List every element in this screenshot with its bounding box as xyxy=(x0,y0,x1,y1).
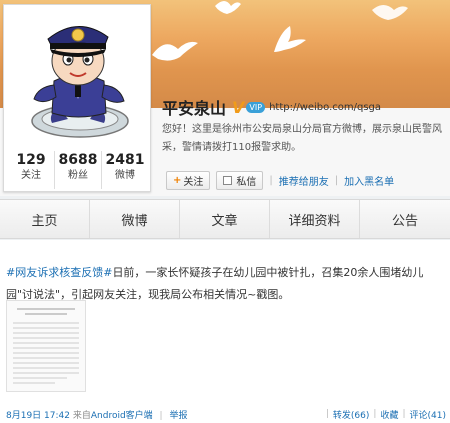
post-date[interactable]: 8月19日 17:42 xyxy=(6,411,70,421)
divider: | xyxy=(159,410,163,421)
profile-tabs: 主页 微博 文章 详细资料 公告 xyxy=(0,199,450,239)
profile-url[interactable]: http://weibo.com/qsga xyxy=(269,102,381,113)
message-label: 私信 xyxy=(236,176,257,188)
divider: | xyxy=(269,174,273,186)
message-checkbox-icon xyxy=(223,175,233,185)
stat-following[interactable]: 129 关注 xyxy=(8,151,55,189)
blacklist-link[interactable]: 加入黑名单 xyxy=(344,173,394,188)
bird-4-icon xyxy=(372,5,408,20)
divider: | xyxy=(402,409,406,419)
divider: | xyxy=(373,409,377,419)
stat-followers-label: 粉丝 xyxy=(68,170,88,181)
follow-label: 关注 xyxy=(183,176,204,188)
verified-icon[interactable]: V xyxy=(232,98,244,117)
stat-following-label: 关注 xyxy=(21,170,41,181)
profile-name: 平安泉山 xyxy=(162,99,227,118)
tab-articles[interactable]: 文章 xyxy=(180,200,270,238)
follow-button[interactable]: + 关注 xyxy=(166,170,211,190)
post-footer: 8月19日 17:42 来自Android客户端 | 举报 | 转发(66) |… xyxy=(0,405,450,423)
divider: | xyxy=(334,174,339,186)
message-button[interactable]: 私信 xyxy=(216,170,264,190)
stat-weibo[interactable]: 2481 微博 xyxy=(102,151,148,189)
comment-button[interactable]: 评论(41) xyxy=(410,408,446,421)
post-actions: | 转发(66) | 收藏 | 评论(41) xyxy=(322,408,446,421)
tab-home[interactable]: 主页 xyxy=(0,200,90,238)
avatar[interactable] xyxy=(8,9,146,147)
document-image-icon xyxy=(7,301,85,391)
profile-name-row: 平安泉山 V VIP http://weibo.com/qsga xyxy=(162,96,381,119)
avatar-card: 129 关注 8688 粉丝 2481 微博 xyxy=(3,4,151,192)
post-source[interactable]: Android客户端 xyxy=(91,411,153,421)
profile-actions: + 关注 私信 | 推荐给朋友 | 加入黑名单 xyxy=(166,170,394,190)
report-link[interactable]: 举报 xyxy=(169,411,187,421)
plus-icon: + xyxy=(173,174,182,186)
bird-3-icon xyxy=(274,26,306,52)
vip-badge[interactable]: VIP xyxy=(246,101,266,113)
bird-1-icon xyxy=(152,41,198,61)
stat-weibo-value: 2481 xyxy=(105,152,145,168)
post-hashtag[interactable]: #网友诉求核查反馈# xyxy=(6,266,112,279)
post-image-thumbnail[interactable] xyxy=(6,300,86,392)
recommend-link[interactable]: 推荐给朋友 xyxy=(279,173,329,188)
stat-followers[interactable]: 8688 粉丝 xyxy=(55,151,102,189)
profile-intro: 您好！这里是徐州市公安局泉山分局官方微博，展示泉山民警风采，警情请拨打110报警… xyxy=(162,124,442,153)
bird-2-icon xyxy=(215,1,241,14)
tab-announcements[interactable]: 公告 xyxy=(360,200,450,238)
stat-followers-value: 8688 xyxy=(58,152,98,168)
divider: | xyxy=(325,409,329,419)
police-cartoon-icon xyxy=(31,26,129,138)
tab-weibo[interactable]: 微博 xyxy=(90,200,180,238)
stat-weibo-label: 微博 xyxy=(115,170,135,181)
post-meta: 8月19日 17:42 来自Android客户端 | 举报 xyxy=(6,408,187,421)
profile-stats: 129 关注 8688 粉丝 2481 微博 xyxy=(8,151,148,189)
stat-following-value: 129 xyxy=(16,152,46,168)
repost-button[interactable]: 转发(66) xyxy=(333,408,369,421)
tab-details[interactable]: 详细资料 xyxy=(270,200,360,238)
post-source-prefix: 来自 xyxy=(72,410,91,421)
favorite-button[interactable]: 收藏 xyxy=(380,408,398,421)
